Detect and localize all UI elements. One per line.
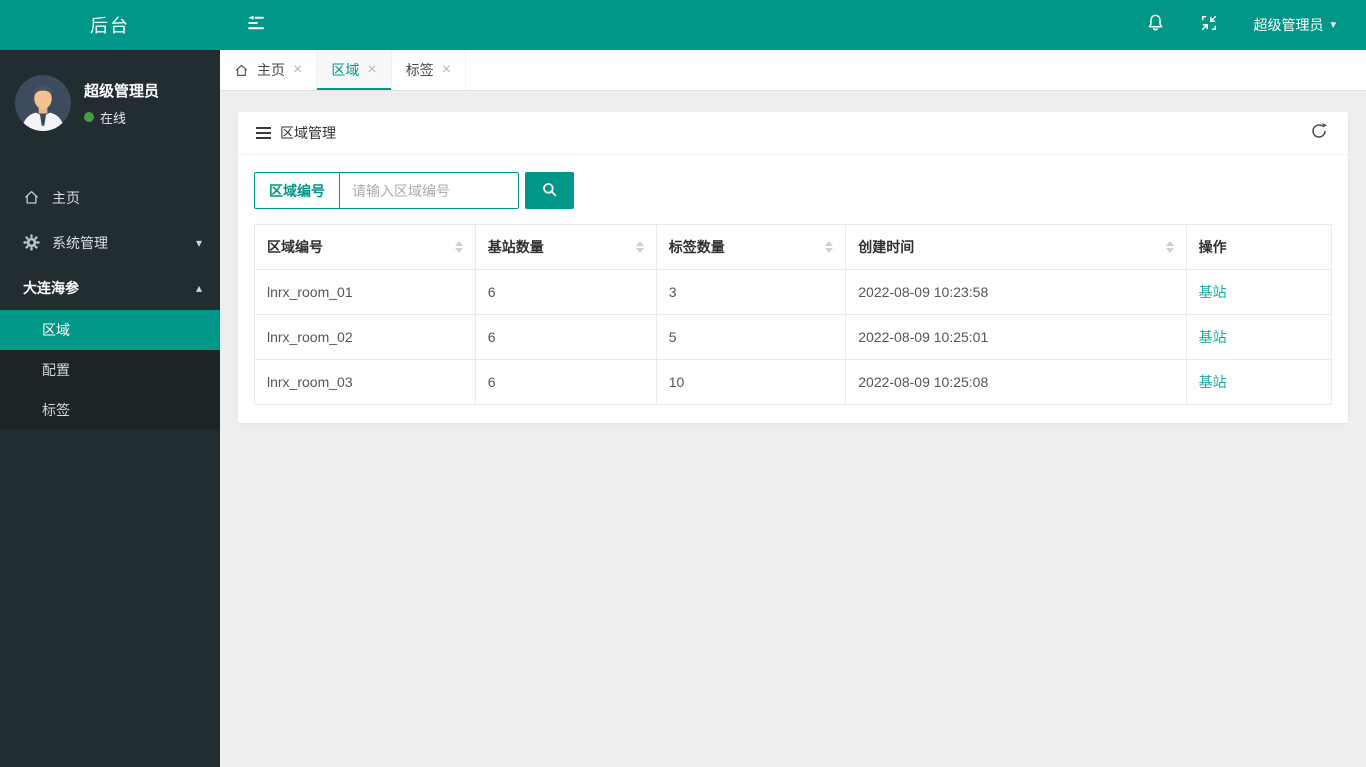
region-table: 区域编号 基站数量 标签数量 创建时间 操作 lnrx_room_01 6 3 … bbox=[254, 224, 1333, 405]
sidebar: 超级管理员 在线 主页 系统管理 ▾ 大连海参 ▴ 区域 配置 标签 bbox=[0, 50, 220, 767]
table-row: lnrx_room_03 6 10 2022-08-09 10:25:08 基站 bbox=[254, 359, 1333, 405]
column-header-tag-count[interactable]: 标签数量 bbox=[655, 224, 847, 270]
close-icon[interactable]: × bbox=[442, 62, 451, 78]
search-row: 区域编号 bbox=[254, 172, 1332, 209]
column-header-station-count[interactable]: 基站数量 bbox=[474, 224, 657, 270]
cell-created-time: 2022-08-09 10:23:58 bbox=[845, 269, 1187, 315]
hamburger-icon bbox=[256, 127, 271, 139]
cell-created-time: 2022-08-09 10:25:08 bbox=[845, 359, 1187, 405]
sort-icon bbox=[1165, 241, 1174, 253]
status-label: 在线 bbox=[100, 110, 127, 126]
sort-icon bbox=[635, 241, 644, 253]
card-body: 区域编号 请输入区域编号 区域编号 基站数量 标签数量 创建时间 操作 lnrx… bbox=[238, 155, 1348, 423]
search-icon bbox=[541, 181, 558, 201]
sidebar-subitem-config[interactable]: 配置 bbox=[0, 350, 220, 390]
cell-created-time: 2022-08-09 10:25:01 bbox=[845, 314, 1187, 360]
sidebar-item-home[interactable]: 主页 bbox=[0, 175, 220, 220]
home-icon bbox=[23, 189, 43, 206]
status-dot-icon bbox=[84, 112, 94, 122]
outdent-icon bbox=[246, 15, 266, 36]
base-station-link[interactable]: 基站 bbox=[1199, 284, 1227, 300]
top-bar: 后台 超级管理员 ▾ bbox=[0, 0, 1366, 50]
sidebar-item-dalian[interactable]: 大连海参 ▴ bbox=[0, 265, 220, 310]
table-row: lnrx_room_02 6 5 2022-08-09 10:25:01 基站 bbox=[254, 314, 1333, 360]
column-label: 区域编号 bbox=[267, 239, 323, 255]
tab-bar: 主页 × 区域 × 标签 × bbox=[220, 50, 1366, 91]
card-header: 区域管理 bbox=[238, 112, 1348, 155]
sidebar-item-label: 大连海参 bbox=[23, 279, 79, 296]
close-icon[interactable]: × bbox=[367, 62, 376, 78]
close-icon[interactable]: × bbox=[293, 62, 302, 78]
sort-icon bbox=[454, 241, 463, 253]
card-title: 区域管理 bbox=[256, 123, 336, 143]
cell-region-id: lnrx_room_01 bbox=[254, 269, 476, 315]
base-station-link[interactable]: 基站 bbox=[1199, 329, 1227, 345]
bell-icon bbox=[1146, 13, 1165, 37]
gear-icon bbox=[23, 234, 43, 251]
column-label: 创建时间 bbox=[858, 239, 915, 255]
fullscreen-exit-button[interactable] bbox=[1199, 15, 1219, 35]
sort-icon bbox=[825, 241, 834, 253]
sidebar-submenu: 区域 配置 标签 bbox=[0, 310, 220, 430]
table-header-row: 区域编号 基站数量 标签数量 创建时间 操作 bbox=[254, 224, 1333, 270]
sidebar-toggle-button[interactable] bbox=[246, 15, 268, 36]
region-management-card: 区域管理 区域编号 请输入区域编号 区域编号 基站数量 标签数量 创建时间 操作… bbox=[238, 112, 1348, 423]
tab-tag[interactable]: 标签 × bbox=[392, 50, 467, 90]
search-group: 区域编号 bbox=[254, 172, 519, 209]
online-status: 在线 bbox=[84, 108, 159, 127]
notifications-button[interactable] bbox=[1145, 13, 1165, 37]
sidebar-item-label: 系统管理 bbox=[52, 234, 108, 251]
home-icon bbox=[234, 63, 249, 78]
column-label: 操作 bbox=[1198, 239, 1227, 255]
caret-down-icon: ▾ bbox=[195, 235, 202, 250]
sidebar-item-label: 主页 bbox=[52, 189, 80, 206]
app-logo: 后台 bbox=[90, 16, 130, 36]
column-label: 基站数量 bbox=[487, 239, 544, 255]
tab-label: 标签 bbox=[405, 62, 434, 78]
table-row: lnrx_room_01 6 3 2022-08-09 10:23:58 基站 bbox=[254, 269, 1333, 315]
sidebar-user-panel: 超级管理员 在线 bbox=[0, 50, 220, 149]
caret-down-icon: ▾ bbox=[1330, 18, 1336, 31]
cell-tag-count: 3 bbox=[655, 269, 847, 315]
refresh-button[interactable] bbox=[1308, 122, 1330, 144]
search-field-label: 区域编号 bbox=[255, 173, 340, 208]
sidebar-user-info: 超级管理员 在线 bbox=[84, 80, 159, 127]
column-header-actions: 操作 bbox=[1185, 224, 1333, 270]
topbar-username: 超级管理员 bbox=[1253, 17, 1324, 33]
cell-tag-count: 10 bbox=[655, 359, 847, 405]
column-header-region-id[interactable]: 区域编号 bbox=[254, 224, 476, 270]
refresh-icon bbox=[1310, 122, 1328, 145]
column-header-created-time[interactable]: 创建时间 bbox=[845, 224, 1187, 270]
search-button[interactable] bbox=[525, 172, 574, 209]
caret-up-icon: ▴ bbox=[195, 280, 202, 295]
cell-region-id: lnrx_room_02 bbox=[254, 314, 476, 360]
search-input[interactable] bbox=[340, 173, 518, 208]
content-area: 区域管理 区域编号 请输入区域编号 区域编号 基站数量 标签数量 创建时间 操作… bbox=[220, 91, 1366, 767]
cell-region-id: lnrx_room_03 bbox=[254, 359, 476, 405]
tab-label: 区域 bbox=[331, 62, 360, 78]
panel-title-text: 区域管理 bbox=[280, 125, 336, 141]
cell-station-count: 6 bbox=[474, 269, 657, 315]
tab-home[interactable]: 主页 × bbox=[220, 50, 318, 90]
base-station-link[interactable]: 基站 bbox=[1199, 374, 1227, 390]
sidebar-user-name: 超级管理员 bbox=[84, 82, 160, 100]
sidebar-item-system[interactable]: 系统管理 ▾ bbox=[0, 220, 220, 265]
topbar-actions: 超级管理员 ▾ bbox=[1145, 13, 1366, 37]
main-area: 主页 × 区域 × 标签 × 区域管理 区域编号 请输入区域编号 区域编号 基站… bbox=[220, 50, 1366, 767]
user-avatar bbox=[15, 75, 71, 131]
sidebar-menu: 主页 系统管理 ▾ 大连海参 ▴ 区域 配置 标签 bbox=[0, 175, 220, 430]
tab-region[interactable]: 区域 × bbox=[317, 50, 392, 90]
column-label: 标签数量 bbox=[668, 239, 725, 255]
sidebar-subitem-tag[interactable]: 标签 bbox=[0, 390, 220, 430]
user-menu[interactable]: 超级管理员 ▾ bbox=[1253, 15, 1336, 35]
cell-station-count: 6 bbox=[474, 314, 657, 360]
cell-tag-count: 5 bbox=[655, 314, 847, 360]
sidebar-subitem-region[interactable]: 区域 bbox=[0, 310, 220, 350]
tab-label: 主页 bbox=[257, 62, 285, 78]
cell-station-count: 6 bbox=[474, 359, 657, 405]
compress-icon bbox=[1200, 14, 1218, 37]
